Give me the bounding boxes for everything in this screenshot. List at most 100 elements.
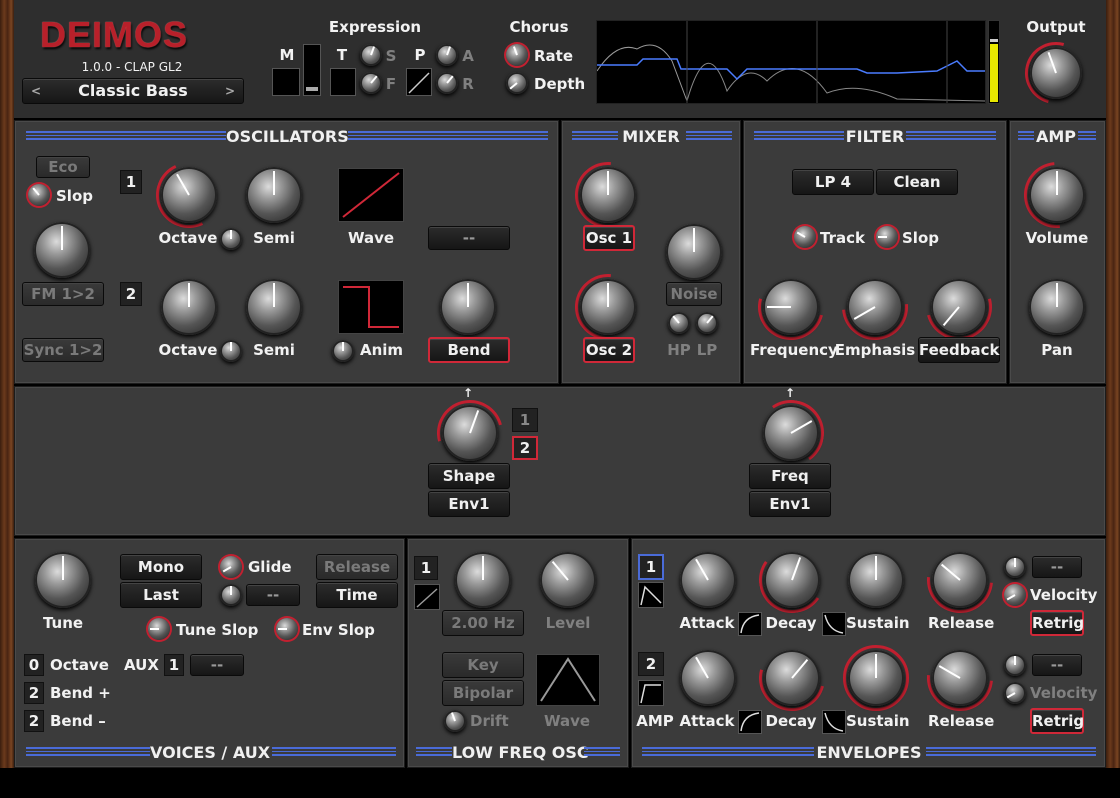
env-slop-knob[interactable] <box>276 618 298 640</box>
bend-knob[interactable] <box>440 279 496 335</box>
lfo-wave-display[interactable] <box>536 654 600 706</box>
glide-knob[interactable] <box>220 556 242 578</box>
shape-env-button[interactable]: Env1 <box>428 491 510 517</box>
osc2-fine-knob[interactable] <box>220 340 242 362</box>
fm-knob[interactable] <box>34 222 90 278</box>
fm-button[interactable]: FM 1>2 <box>22 282 104 306</box>
mod-m-box[interactable] <box>272 68 300 96</box>
lfo-rate-value[interactable]: 2.00 Hz <box>442 610 524 636</box>
osc2-octave-knob[interactable] <box>161 279 217 335</box>
lfo-rate-knob[interactable] <box>455 552 511 608</box>
env2-release-knob[interactable] <box>932 650 988 706</box>
env2-velocity-knob[interactable] <box>1004 682 1026 704</box>
shape-knob[interactable] <box>442 405 498 461</box>
lfo-level-knob[interactable] <box>540 552 596 608</box>
env2-vel-value[interactable]: -- <box>1032 654 1082 676</box>
bend-button[interactable]: Bend <box>428 337 510 363</box>
env1-velocity-knob[interactable] <box>1004 584 1026 606</box>
sync-button[interactable]: Sync 1>2 <box>22 338 104 362</box>
env1-attack-curve[interactable] <box>738 612 762 636</box>
mod-select-2[interactable]: 2 <box>512 436 538 460</box>
chorus-rate-knob[interactable] <box>506 44 528 66</box>
noise-lp-knob[interactable] <box>696 312 718 334</box>
expr-p-curve-box[interactable] <box>406 68 432 96</box>
env1-number[interactable]: 1 <box>638 554 664 580</box>
mod-wheel[interactable] <box>303 44 321 96</box>
bend-plus-value[interactable]: 2 <box>24 682 44 704</box>
preset-selector[interactable]: < Classic Bass > <box>22 78 244 104</box>
env1-release-knob[interactable] <box>932 552 988 608</box>
lfo-curve-box[interactable] <box>414 584 440 610</box>
env2-decay-knob[interactable] <box>764 650 820 706</box>
release-button[interactable]: Release <box>316 554 398 580</box>
env2-number[interactable]: 2 <box>638 652 664 676</box>
env1-decay-curve[interactable] <box>822 612 846 636</box>
mix-osc2-knob[interactable] <box>580 279 636 335</box>
filter-track-knob[interactable] <box>794 226 816 248</box>
expr-f-knob[interactable] <box>360 72 382 94</box>
output-knob[interactable] <box>1030 47 1082 99</box>
aux-number[interactable]: 1 <box>164 654 184 676</box>
freq-button[interactable]: Freq <box>749 463 831 489</box>
feedback-button[interactable]: Feedback <box>918 337 1000 363</box>
chorus-depth-knob[interactable] <box>506 72 528 94</box>
env2-attack-knob[interactable] <box>680 650 736 706</box>
env2-attack-curve[interactable] <box>738 710 762 734</box>
freq-mod-knob[interactable] <box>763 405 819 461</box>
mod-select-1[interactable]: 1 <box>512 408 538 432</box>
freq-env-button[interactable]: Env1 <box>749 491 831 517</box>
env1-vel-value[interactable]: -- <box>1032 556 1082 578</box>
octave-value[interactable]: 0 <box>24 654 44 676</box>
env2-retrig-button[interactable]: Retrig <box>1030 708 1084 734</box>
noise-button[interactable]: Noise <box>666 282 722 306</box>
preset-next-button[interactable]: > <box>225 79 235 103</box>
env1-vel-amount-knob[interactable] <box>1004 556 1026 578</box>
time-button[interactable]: Time <box>316 582 398 608</box>
env1-attack-knob[interactable] <box>680 552 736 608</box>
lfo-number[interactable]: 1 <box>414 556 438 580</box>
tune-slop-knob[interactable] <box>148 618 170 640</box>
filter-type-button[interactable]: LP 4 <box>792 169 874 195</box>
last-button[interactable]: Last <box>120 582 202 608</box>
filter-mode-button[interactable]: Clean <box>876 169 958 195</box>
env2-vel-amount-knob[interactable] <box>1004 654 1026 676</box>
eco-button[interactable]: Eco <box>36 156 90 178</box>
noise-knob[interactable] <box>666 224 722 280</box>
osc1-fine-knob[interactable] <box>220 228 242 250</box>
shape-button[interactable]: Shape <box>428 463 510 489</box>
expr-s-knob[interactable] <box>360 44 382 66</box>
bend-minus-value[interactable]: 2 <box>24 710 44 732</box>
mix-osc1-knob[interactable] <box>580 167 636 223</box>
lfo-bipolar-button[interactable]: Bipolar <box>442 680 524 706</box>
mono-button[interactable]: Mono <box>120 554 202 580</box>
osc1-semi-knob[interactable] <box>246 167 302 223</box>
env1-sustain-knob[interactable] <box>848 552 904 608</box>
tune-knob[interactable] <box>35 552 91 608</box>
osc-slop-knob[interactable] <box>28 184 50 206</box>
pan-knob[interactable] <box>1029 279 1085 335</box>
osc1-dash-button[interactable]: -- <box>428 226 510 250</box>
preset-prev-button[interactable]: < <box>31 79 41 103</box>
osc2-wave-display[interactable] <box>338 280 404 334</box>
osc2-anim-knob[interactable] <box>332 340 354 362</box>
lfo-key-button[interactable]: Key <box>442 652 524 678</box>
mix-osc1-button[interactable]: Osc 1 <box>583 225 635 251</box>
expr-a-knob[interactable] <box>436 44 458 66</box>
aux-value[interactable]: -- <box>190 654 244 676</box>
noise-hp-knob[interactable] <box>668 312 690 334</box>
glide-amount-knob[interactable] <box>220 584 242 606</box>
env2-decay-curve[interactable] <box>822 710 846 734</box>
mix-osc2-button[interactable]: Osc 2 <box>583 337 635 363</box>
expr-r-knob[interactable] <box>436 72 458 94</box>
filter-slop-knob[interactable] <box>876 226 898 248</box>
env2-sustain-knob[interactable] <box>848 650 904 706</box>
lfo-drift-knob[interactable] <box>444 710 466 732</box>
osc1-octave-knob[interactable] <box>161 167 217 223</box>
env1-decay-knob[interactable] <box>764 552 820 608</box>
osc1-wave-display[interactable] <box>338 168 404 222</box>
frequency-knob[interactable] <box>763 279 819 335</box>
volume-knob[interactable] <box>1029 167 1085 223</box>
emphasis-knob[interactable] <box>847 279 903 335</box>
env1-retrig-button[interactable]: Retrig <box>1030 610 1084 636</box>
osc2-semi-knob[interactable] <box>246 279 302 335</box>
